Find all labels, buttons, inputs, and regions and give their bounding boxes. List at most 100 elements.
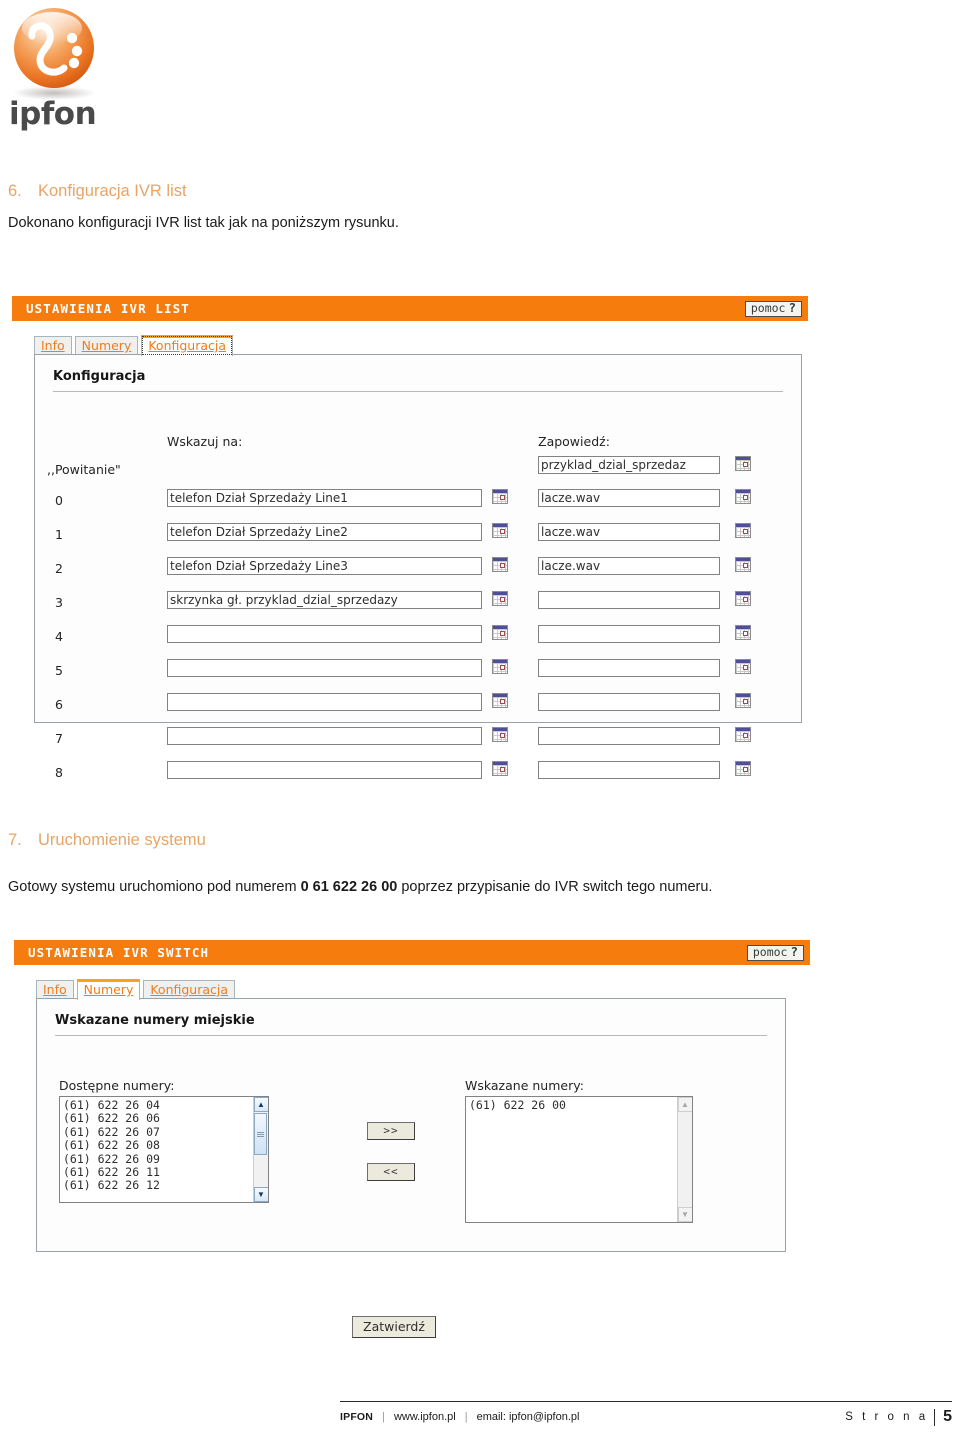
section-7-paragraph: Gotowy systemu uruchomiono pod numerem 0… (8, 879, 712, 895)
row-7-announcement-picker-icon[interactable] (735, 727, 751, 742)
row-3-target-picker-icon[interactable] (492, 591, 508, 606)
row-3-announcement-picker-icon[interactable] (735, 591, 751, 606)
tab-info[interactable]: Info (34, 336, 72, 356)
col-header-zapowiedz: Zapowiedź: (538, 434, 610, 449)
row-label-1: 1 (55, 527, 63, 542)
row-0-target-input[interactable]: telefon Dział Sprzedaży Line1 (167, 489, 482, 507)
scroll-down-arrow-icon[interactable]: ▼ (677, 1207, 692, 1222)
page-footer: IPFON | www.ipfon.pl | email: ipfon@ipfo… (340, 1408, 952, 1426)
row-label-3: 3 (55, 595, 63, 610)
tab-numery[interactable]: Numery (74, 336, 139, 356)
help-button-label: pomoc (750, 301, 786, 315)
row-5-target-picker-icon[interactable] (492, 659, 508, 674)
footer-brand: IPFON (340, 1411, 374, 1423)
row-4-target-input[interactable] (167, 625, 482, 643)
assigned-numbers-listbox[interactable]: (61) 622 26 00 ▲ ▼ (465, 1096, 693, 1223)
available-numbers-scrollbar[interactable]: ▲ ▼ (253, 1097, 268, 1202)
row-4-target-picker-icon[interactable] (492, 625, 508, 640)
row-5-target-input[interactable] (167, 659, 482, 677)
tab-info-switch[interactable]: Info (36, 980, 74, 1000)
row-2-target-input[interactable]: telefon Dział Sprzedaży Line3 (167, 557, 482, 575)
section-7-paragraph-after: poprzez przypisanie do IVR switch tego n… (397, 879, 713, 895)
page-label: S t r o n a (845, 1411, 929, 1423)
row-3-announcement-input[interactable] (538, 591, 720, 609)
row-label-6: 6 (55, 697, 63, 712)
row-8-target-input[interactable] (167, 761, 482, 779)
help-button[interactable]: pomoc ? (744, 300, 802, 317)
row-1-target-picker-icon[interactable] (492, 523, 508, 538)
available-numbers-items: (61) 622 26 04 (61) 622 26 06 (61) 622 2… (60, 1097, 253, 1202)
row-6-target-picker-icon[interactable] (492, 693, 508, 708)
logo-wordmark: ipfon (9, 96, 97, 132)
row-label-7: 7 (55, 731, 63, 746)
tab-konfiguracja-switch[interactable]: Konfiguracja (143, 980, 236, 1000)
row-7-target-input[interactable] (167, 727, 482, 745)
scroll-up-arrow-icon[interactable]: ▲ (677, 1097, 692, 1112)
list-item[interactable]: (61) 622 26 06 (63, 1111, 253, 1125)
list-item[interactable]: (61) 622 26 07 (63, 1125, 253, 1139)
row-6-announcement-input[interactable] (538, 693, 720, 711)
available-numbers-listbox[interactable]: (61) 622 26 04 (61) 622 26 06 (61) 622 2… (59, 1096, 269, 1203)
move-left-button[interactable]: << (367, 1163, 415, 1181)
ivr-switch-panel-title: USTAWIENIA IVR SWITCH (28, 945, 210, 960)
row-8-target-picker-icon[interactable] (492, 761, 508, 776)
section-6-title: Konfiguracja IVR list (38, 182, 187, 200)
footer-email[interactable]: email: ipfon@ipfon.pl (477, 1411, 580, 1423)
greeting-announcement-picker-icon[interactable] (735, 456, 751, 471)
row-8-announcement-picker-icon[interactable] (735, 761, 751, 776)
row-7-target-picker-icon[interactable] (492, 727, 508, 742)
row-2-announcement-picker-icon[interactable] (735, 557, 751, 572)
row-1-target-input[interactable]: telefon Dział Sprzedaży Line2 (167, 523, 482, 541)
list-item[interactable]: (61) 622 26 04 (63, 1098, 253, 1112)
row-1-announcement-picker-icon[interactable] (735, 523, 751, 538)
ivr-switch-panel-header: USTAWIENIA IVR SWITCH pomoc ? (14, 940, 810, 965)
assigned-numbers-scrollbar[interactable]: ▲ ▼ (677, 1097, 692, 1222)
help-button-switch-label: pomoc (752, 945, 788, 959)
scroll-down-arrow-icon[interactable]: ▼ (253, 1187, 268, 1202)
tab-numery-switch[interactable]: Numery (76, 979, 141, 1000)
row-3-target-input[interactable]: skrzynka gł. przyklad_dzial_sprzedazy (167, 591, 482, 609)
list-item[interactable]: (61) 622 26 12 (63, 1179, 253, 1193)
row-6-target-input[interactable] (167, 693, 482, 711)
row-0-announcement-input[interactable]: lacze.wav (538, 489, 720, 507)
available-numbers-label: Dostępne numery: (59, 1078, 175, 1093)
ivr-switch-panel-body: Wskazane numery miejskie Dostępne numery… (36, 998, 786, 1252)
row-4-announcement-picker-icon[interactable] (735, 625, 751, 640)
row-0-announcement-picker-icon[interactable] (735, 489, 751, 504)
section-7-number: 7. (8, 831, 22, 849)
section-6-number: 6. (8, 182, 22, 200)
list-item[interactable]: (61) 622 26 08 (63, 1138, 253, 1152)
row-8-announcement-input[interactable] (538, 761, 720, 779)
section-7-phone-number: 0 61 622 26 00 (300, 879, 398, 895)
list-item[interactable]: (61) 622 26 09 (63, 1152, 253, 1166)
row-2-announcement-input[interactable]: lacze.wav (538, 557, 720, 575)
row-5-announcement-input[interactable] (538, 659, 720, 677)
assigned-numbers-items: (61) 622 26 00 (466, 1097, 677, 1222)
row-0-target-picker-icon[interactable] (492, 489, 508, 504)
row-2-target-picker-icon[interactable] (492, 557, 508, 572)
row-7-announcement-input[interactable] (538, 727, 720, 745)
row-6-announcement-picker-icon[interactable] (735, 693, 751, 708)
move-right-button[interactable]: >> (367, 1122, 415, 1140)
submit-button[interactable]: Zatwierdź (352, 1316, 436, 1338)
greeting-announcement-input[interactable]: przyklad_dzial_sprzedaz (538, 456, 720, 474)
row-4-announcement-input[interactable] (538, 625, 720, 643)
list-item[interactable]: (61) 622 26 00 (469, 1098, 677, 1112)
footer-divider (340, 1401, 952, 1402)
footer-website[interactable]: www.ipfon.pl (394, 1411, 456, 1423)
page-number-divider (934, 1408, 936, 1426)
help-button-switch[interactable]: pomoc ? (746, 944, 804, 961)
list-item[interactable]: (61) 622 26 11 (63, 1165, 253, 1179)
tab-konfiguracja[interactable]: Konfiguracja (141, 335, 234, 356)
section-6-paragraph: Dokonano konfiguracji IVR list tak jak n… (8, 215, 399, 231)
footer-separator: | (382, 1411, 385, 1423)
ivr-list-panel-body: Konfiguracja Wskazuj na: Zapowiedź: ,,Po… (34, 354, 802, 780)
row-label-powitanie: ,,Powitanie" (47, 462, 121, 477)
scroll-up-arrow-icon[interactable]: ▲ (253, 1097, 268, 1112)
row-1-announcement-input[interactable]: lacze.wav (538, 523, 720, 541)
numbers-transfer-area: Dostępne numery: (61) 622 26 04 (61) 622… (37, 1036, 785, 1251)
scrollbar-thumb[interactable] (253, 1113, 267, 1155)
row-label-0: 0 (55, 493, 63, 508)
ivr-list-form: Wskazuj na: Zapowiedź: ,,Powitanie" przy… (35, 392, 801, 780)
row-5-announcement-picker-icon[interactable] (735, 659, 751, 674)
